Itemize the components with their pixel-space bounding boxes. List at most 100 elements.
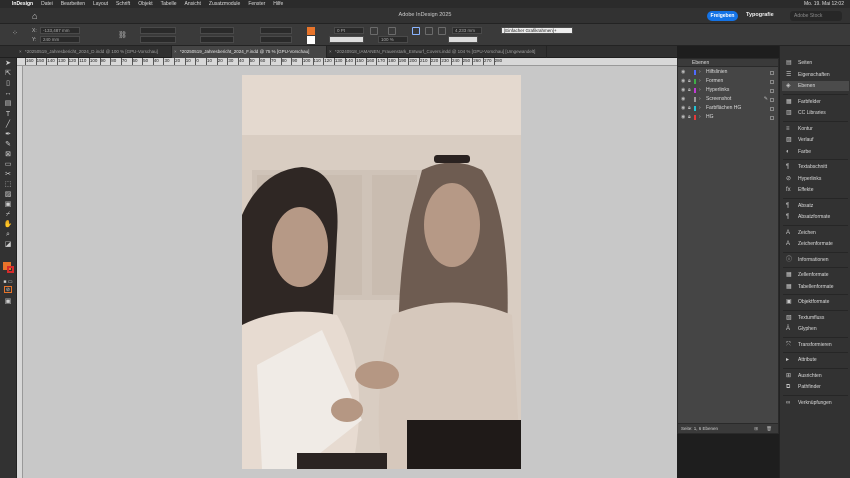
frame-size-field[interactable]: 4,233 mm [452, 27, 482, 34]
expand-chevron-icon[interactable]: › [699, 68, 701, 77]
shear-field[interactable] [260, 36, 292, 43]
dock-item-transformieren[interactable]: ⤧ Transformieren [782, 340, 849, 350]
dock-item-absatz[interactable]: ¶ Absatz [782, 201, 849, 211]
effect-field[interactable] [448, 36, 478, 43]
dock-item-cc-libraries[interactable]: ▥ CC Libraries [782, 108, 849, 118]
default-colors-icon[interactable]: ◪ [3, 241, 13, 249]
menu-item[interactable]: Hilfe [273, 1, 283, 7]
layer-row[interactable]: ◉ › Screenshot ✎ [678, 95, 778, 104]
home-icon[interactable]: ⌂ [32, 11, 42, 21]
layer-row[interactable]: ◉ 🔒︎ › Farbflächen HG [678, 104, 778, 113]
horizontal-ruler[interactable]: 160 150 140 130 120 110 100 90 80 70 60 50 40 30 20 10 0… [17, 58, 677, 66]
menu-item[interactable]: Objekt [138, 1, 152, 7]
pen-tool-icon[interactable]: ✒ [3, 131, 13, 139]
menu-item[interactable]: InDesign [12, 1, 33, 7]
layer-target-icon[interactable] [770, 71, 774, 75]
dock-item-textumfluss[interactable]: ▧ Textumfluss [782, 313, 849, 323]
close-tab-icon[interactable]: × [19, 46, 22, 58]
expand-chevron-icon[interactable]: › [699, 113, 701, 122]
width-field[interactable] [140, 27, 176, 34]
expand-chevron-icon[interactable]: › [699, 77, 701, 86]
free-transform-tool-icon[interactable]: ⬚ [3, 181, 13, 189]
pencil-tool-icon[interactable]: ✎ [3, 141, 13, 149]
dock-item-verkn-pfungen[interactable]: ∞ Verknüpfungen [782, 398, 849, 408]
new-layer-icon[interactable]: ⊞ [754, 424, 758, 434]
lock-icon[interactable]: 🔒︎ [688, 86, 691, 95]
dock-item-zeichen[interactable]: A Zeichen [782, 228, 849, 238]
dock-item-ausrichten[interactable]: ⊞ Ausrichten [782, 371, 849, 381]
page-tool-icon[interactable]: ▯ [3, 80, 13, 88]
layer-target-icon[interactable] [770, 80, 774, 84]
x-position-field[interactable]: -133,487 mm [40, 27, 80, 34]
menu-item[interactable]: Ansicht [185, 1, 201, 7]
gradient-tool-icon[interactable]: ▨ [3, 191, 13, 199]
direct-selection-tool-icon[interactable]: ⇱ [3, 70, 13, 78]
placed-photo[interactable] [242, 75, 521, 469]
selection-tool-icon[interactable]: ➤ [3, 60, 13, 68]
fill-swatch[interactable] [307, 27, 315, 35]
scissors-tool-icon[interactable]: ✂ [3, 171, 13, 179]
dock-item-objektformate[interactable]: ▣ Objektformate [782, 297, 849, 307]
dock-item-absatzformate[interactable]: ¶ Absatzformate [782, 212, 849, 222]
dock-item-tabellenformate[interactable]: ▦ Tabellenformate [782, 282, 849, 292]
stroke-type-field[interactable] [329, 36, 364, 43]
workspace-switcher[interactable]: Typografie [746, 12, 774, 18]
type-tool-icon[interactable]: T [3, 111, 13, 119]
lock-icon[interactable]: 🔒︎ [688, 113, 691, 122]
layer-target-icon[interactable] [770, 116, 774, 120]
dock-item-textabschnitt[interactable]: ¶ Textabschnitt [782, 162, 849, 172]
close-tab-icon[interactable]: × [329, 46, 332, 58]
rotation-field[interactable] [260, 27, 292, 34]
height-field[interactable] [140, 36, 176, 43]
scale-y-field[interactable] [200, 36, 234, 43]
visibility-eye-icon[interactable]: ◉ [681, 113, 685, 122]
menu-item[interactable]: Schrift [116, 1, 130, 7]
menu-item[interactable]: Layout [93, 1, 108, 7]
note-tool-icon[interactable]: ▣ [3, 201, 13, 209]
text-wrap-icon[interactable] [388, 27, 396, 35]
hand-tool-icon[interactable]: ✋ [3, 221, 13, 229]
dock-item-hyperlinks[interactable]: ⊘ Hyperlinks [782, 174, 849, 184]
corner-options-icon[interactable] [370, 27, 378, 35]
visibility-eye-icon[interactable]: ◉ [681, 86, 685, 95]
layer-row[interactable]: ◉ 🔒︎ › Formen [678, 77, 778, 86]
dock-item-seiten[interactable]: ▤ Seiten [782, 58, 849, 68]
dock-item-pathfinder[interactable]: ⧉ Pathfinder [782, 382, 849, 392]
fit-frame-icon[interactable] [412, 27, 420, 35]
dock-item-attribute[interactable]: ▸ Attribute [782, 355, 849, 365]
dock-item-effekte[interactable]: fx Effekte [782, 185, 849, 195]
dock-item-kontur[interactable]: ≡ Kontur [782, 124, 849, 134]
layer-row[interactable]: ◉ › Hilfslinien [678, 68, 778, 77]
visibility-eye-icon[interactable]: ◉ [681, 95, 685, 104]
object-style-dropdown[interactable]: [Einfacher Grafikrahmen]+ [501, 27, 573, 34]
reference-point-icon[interactable]: ⁘ [12, 30, 20, 38]
rectangle-tool-icon[interactable]: ▭ [3, 161, 13, 169]
layer-row[interactable]: ◉ 🔒︎ › Hyperlinks [678, 86, 778, 95]
menu-item[interactable]: Zusatzmodule [209, 1, 240, 7]
eyedropper-tool-icon[interactable]: ⌿ [3, 211, 13, 219]
gap-tool-icon[interactable]: ↔ [3, 90, 13, 98]
share-button[interactable]: Freigeben [707, 11, 738, 21]
document-tab[interactable]: × *20240918_IAMANEN_Frauenstark_Entwurf_C… [327, 46, 547, 58]
menu-item[interactable]: Bearbeiten [61, 1, 85, 7]
fit-content-icon[interactable] [425, 27, 433, 35]
dock-item-zeichenformate[interactable]: A Zeichenformate [782, 239, 849, 249]
dock-item-eigenschaften[interactable]: ☰ Eigenschaften [782, 70, 849, 80]
stroke-color-swatch[interactable] [7, 266, 14, 273]
document-tab[interactable]: × *20250519_Jahresbericht_2024_D.indd @ 1… [17, 46, 172, 58]
stroke-swatch[interactable] [307, 36, 315, 44]
center-content-icon[interactable] [438, 27, 446, 35]
document-page[interactable] [242, 75, 521, 469]
document-tab[interactable]: × *20250519_Jahresbericht_2024_F.indd @ 7… [172, 46, 327, 58]
layer-row[interactable]: ◉ 🔒︎ › HG [678, 113, 778, 122]
lock-icon[interactable]: 🔒︎ [688, 104, 691, 113]
line-tool-icon[interactable]: ╱ [3, 121, 13, 129]
expand-chevron-icon[interactable]: › [699, 95, 701, 104]
screen-mode-icon[interactable]: ▣ [3, 298, 13, 306]
content-collector-icon[interactable]: ▤ [3, 100, 13, 108]
delete-layer-icon[interactable]: 🗑︎ [766, 424, 772, 434]
dock-item-farbfelder[interactable]: ▦ Farbfelder [782, 97, 849, 107]
apply-color-icon[interactable]: ■ ▭ ⊘ [3, 278, 13, 293]
menu-item[interactable]: Tabelle [161, 1, 177, 7]
dock-item-zellenformate[interactable]: ▦ Zellenformate [782, 270, 849, 280]
